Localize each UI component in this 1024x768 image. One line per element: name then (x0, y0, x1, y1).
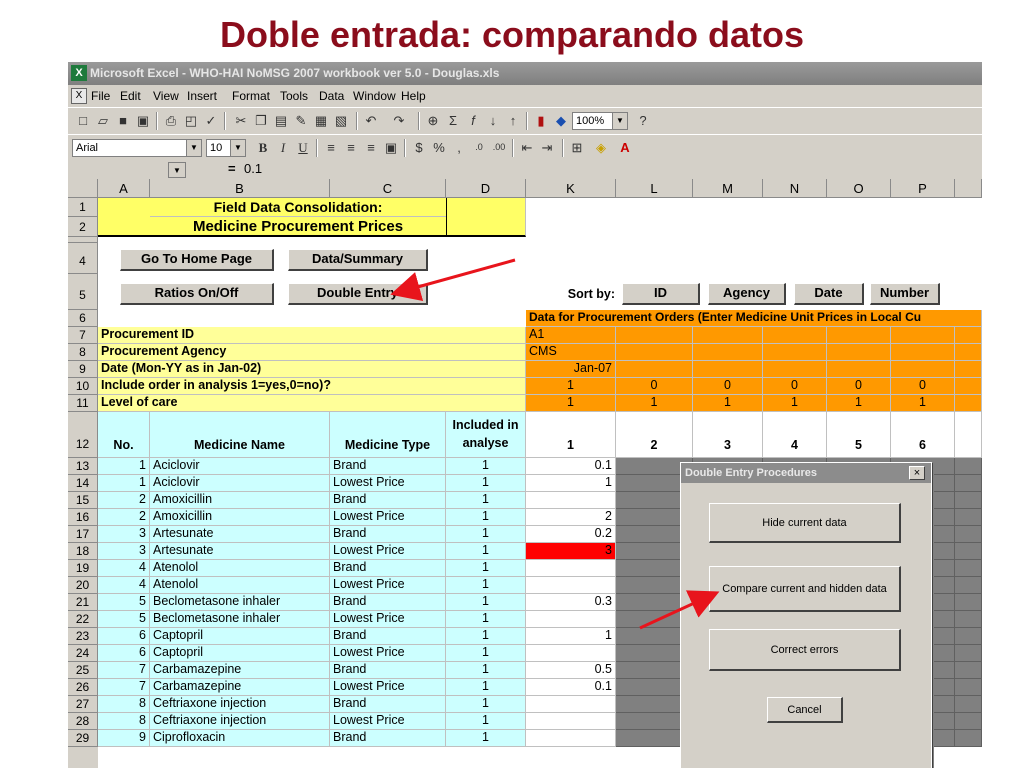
row-header[interactable]: 16 (68, 509, 98, 526)
row-header[interactable]: 13 (68, 458, 98, 475)
row-header[interactable]: 20 (68, 577, 98, 594)
row-header[interactable]: 15 (68, 492, 98, 509)
row-header[interactable]: 25 (68, 662, 98, 679)
row-header[interactable]: 18 (68, 543, 98, 560)
arrow-to-double-entry (390, 258, 516, 302)
row-header[interactable]: 17 (68, 526, 98, 543)
slide-title: Doble entrada: comparando datos (219, 14, 805, 55)
row-header[interactable]: 27 (68, 696, 98, 713)
annotation-arrows (390, 258, 720, 630)
row-header[interactable]: 26 (68, 679, 98, 696)
row-header[interactable]: 29 (68, 730, 98, 747)
row-header[interactable]: 24 (68, 645, 98, 662)
row-header[interactable]: 14 (68, 475, 98, 492)
row-header[interactable]: 28 (68, 713, 98, 730)
row-header[interactable]: 21 (68, 594, 98, 611)
row-header[interactable]: 22 (68, 611, 98, 628)
excel-window: X Microsoft Excel - WHO-HAI NoMSG 2007 w… (68, 62, 982, 768)
row-header[interactable]: 23 (68, 628, 98, 645)
row-header[interactable]: 19 (68, 560, 98, 577)
arrow-to-compare-button (639, 590, 720, 630)
